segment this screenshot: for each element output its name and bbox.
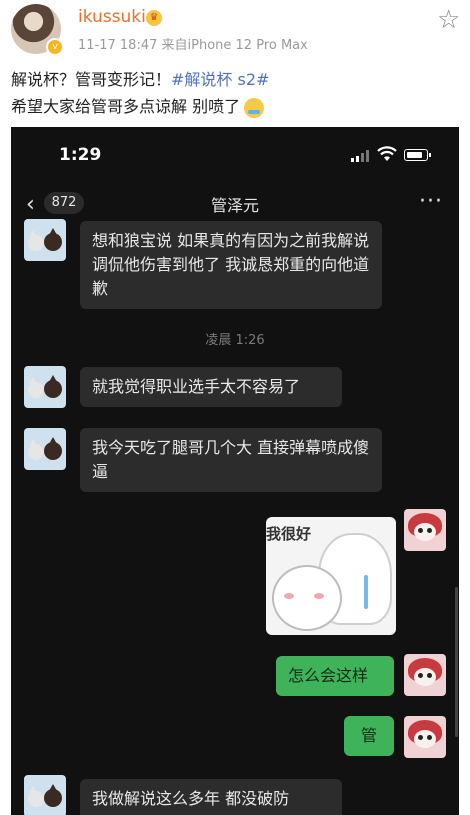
self-avatar[interactable] [404,654,446,696]
message-bubble-outgoing: 怎么会这样 [276,656,394,696]
more-icon[interactable]: ··· [419,189,443,214]
self-avatar[interactable] [404,509,446,551]
message-bubble-outgoing: 管 [344,716,394,756]
status-bar-time: 1:29 [59,145,102,165]
poster-username[interactable]: ikussuki [78,7,146,27]
post-time: 11-17 18:47 [78,38,158,53]
message-timestamp: 凌晨 1:26 [205,333,265,348]
scroll-indicator [455,587,458,737]
signal-icon [351,150,369,162]
post-meta: 11-17 18:47 来自iPhone 12 Pro Max [78,34,308,53]
post-text-line-1: 解说杯？管哥变形记！#解说杯 s2# [11,66,269,90]
contact-avatar[interactable] [24,366,66,408]
star-icon[interactable]: ☆ [437,5,460,35]
message-bubble-incoming: 想和狼宝说 如果真的有因为之前我解说调侃他伤害到他了 我诚恳郑重的向他道歉 [80,221,382,309]
message-bubble-incoming: 我做解说这么多年 都没破防 [80,779,342,815]
post-text-2: 希望大家给管哥多点谅解 别喷了 [11,97,241,116]
message-bubble-incoming: 就我觉得职业选手太不容易了 [80,367,342,407]
chat-title: 管泽元 [210,196,259,215]
hashtag-link[interactable]: #解说杯 s2# [171,70,269,89]
contact-avatar[interactable] [24,219,66,261]
post-source: 来自iPhone 12 Pro Max [161,38,308,53]
wifi-icon [377,146,397,161]
verified-badge-icon: v [46,38,64,56]
contact-avatar[interactable] [24,775,66,815]
crown-icon: ♛ [146,10,162,26]
self-avatar[interactable] [404,716,446,758]
battery-icon [404,149,431,161]
post-text: 解说杯？管哥变形记！ [11,70,172,89]
chat-screenshot-image[interactable]: 1:29 ‹ 872 管泽元 ··· 想和狼宝说 如果真的有因为之前我解说调侃他… [11,127,459,815]
sticker-text: 我很好 [266,525,312,543]
message-bubble-incoming: 我今天吃了腿哥几个大 直接弹幕喷成傻逼 [80,428,382,492]
sticker-image[interactable]: 我很好 [266,517,396,635]
crying-emoji-icon [244,97,265,118]
contact-avatar[interactable] [24,428,66,470]
post-text-line-2: 希望大家给管哥多点谅解 别喷了 [11,93,265,118]
